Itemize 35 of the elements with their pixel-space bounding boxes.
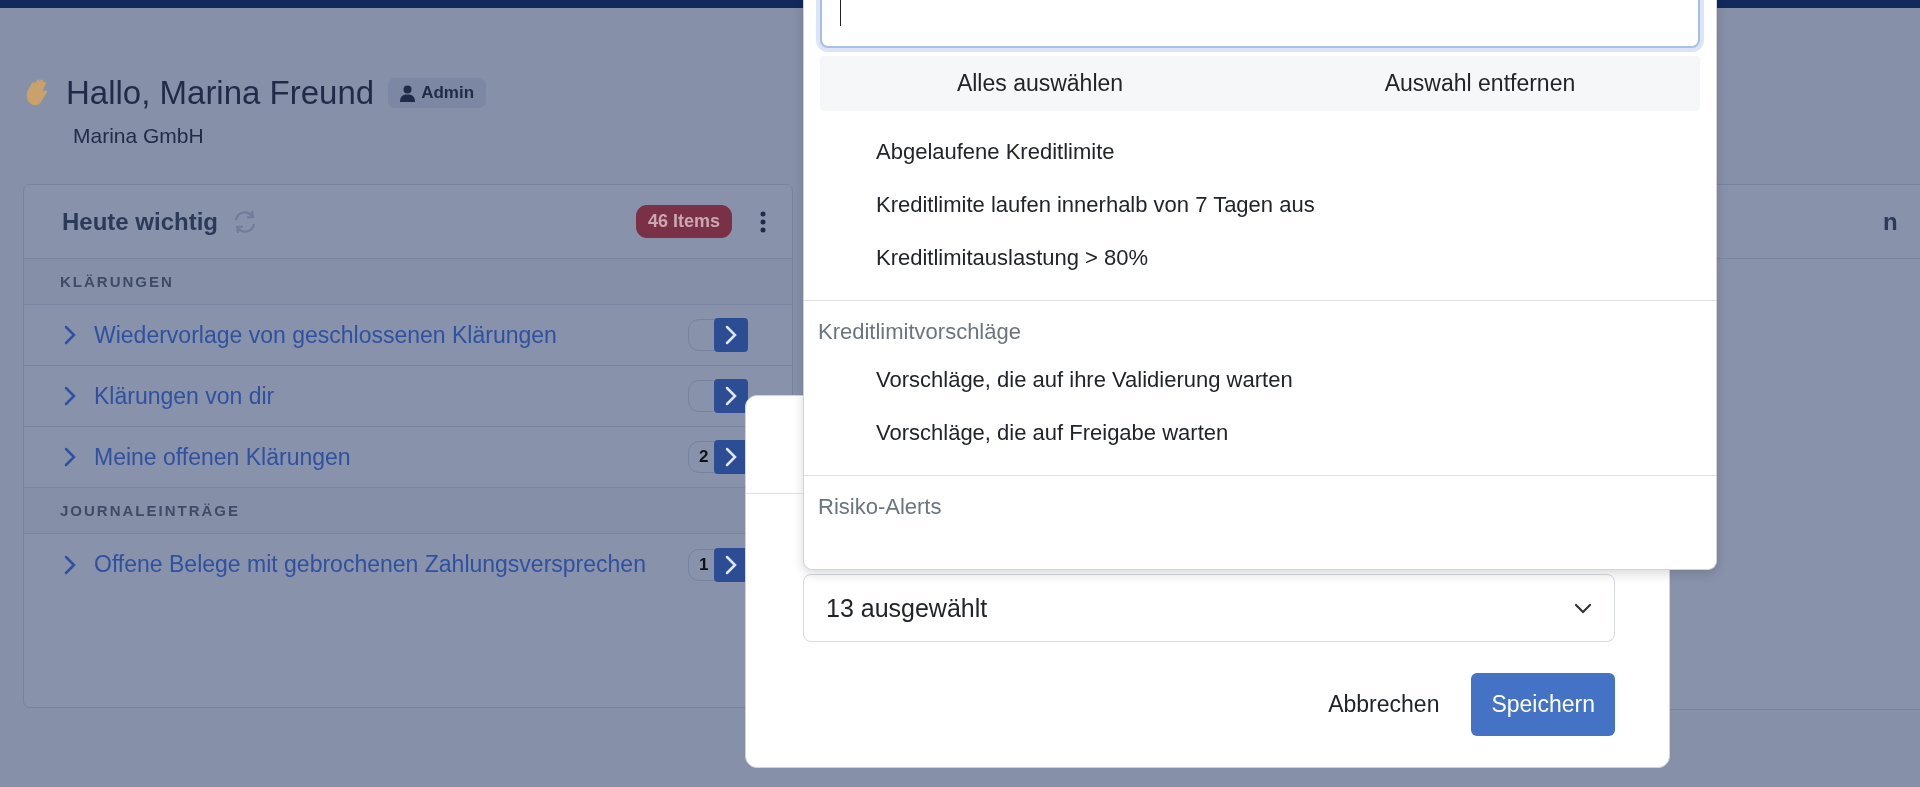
group-label: Kreditlimitvorschläge [817,318,1022,346]
search-field[interactable] [820,0,1700,48]
section-heading: JOURNALEINTRÄGE [60,502,240,519]
select-field[interactable]: 13 ausgewählt [803,574,1615,642]
chevron-right-icon [64,325,76,345]
chevron-right-icon [725,325,737,345]
section-heading: KLÄRUNGEN [60,273,174,290]
clear-selection-button[interactable]: Auswahl entfernen [1260,56,1700,111]
card-title: n [1883,207,1898,236]
card-title: Heute wichtig [62,207,218,236]
open-button[interactable] [714,318,748,352]
chevron-right-icon [725,447,737,467]
role-badge: Admin [388,78,487,108]
chevron-right-icon [725,386,737,406]
chevron-right-icon [64,554,76,575]
dropdown-option[interactable]: Abgelaufene Kreditlimite [804,125,1716,178]
open-button[interactable] [714,440,748,474]
chevron-right-icon [725,554,737,575]
dropdown-option[interactable]: Kreditlimite laufen innerhalb von 7 Tagen aus [804,178,1716,231]
group-label: Risiko-Alerts [817,493,943,521]
save-button[interactable]: Speichern [1471,673,1615,736]
company-name: Marina GmbH [73,124,205,148]
chevron-down-icon [1574,602,1592,614]
select-all-button[interactable]: Alles auswählen [820,56,1260,111]
open-button[interactable] [714,379,748,413]
more-options-icon[interactable] [760,210,766,233]
chevron-right-icon [64,447,76,467]
dropdown-option[interactable]: Vorschläge, die auf Freigabe warten [804,406,1716,459]
dropdown-option[interactable]: Kreditlimitauslastung > 80% [804,231,1716,284]
items-count-badge: 46 Items [635,205,732,238]
cancel-button[interactable]: Abbrechen [1308,673,1460,736]
dropdown-option[interactable]: Vorschläge, die auf ihre Validierung warten [804,353,1716,406]
chevron-right-icon [64,386,76,406]
greeting-heading: Hallo, Marina Freund [66,74,375,112]
open-button[interactable] [714,547,748,582]
